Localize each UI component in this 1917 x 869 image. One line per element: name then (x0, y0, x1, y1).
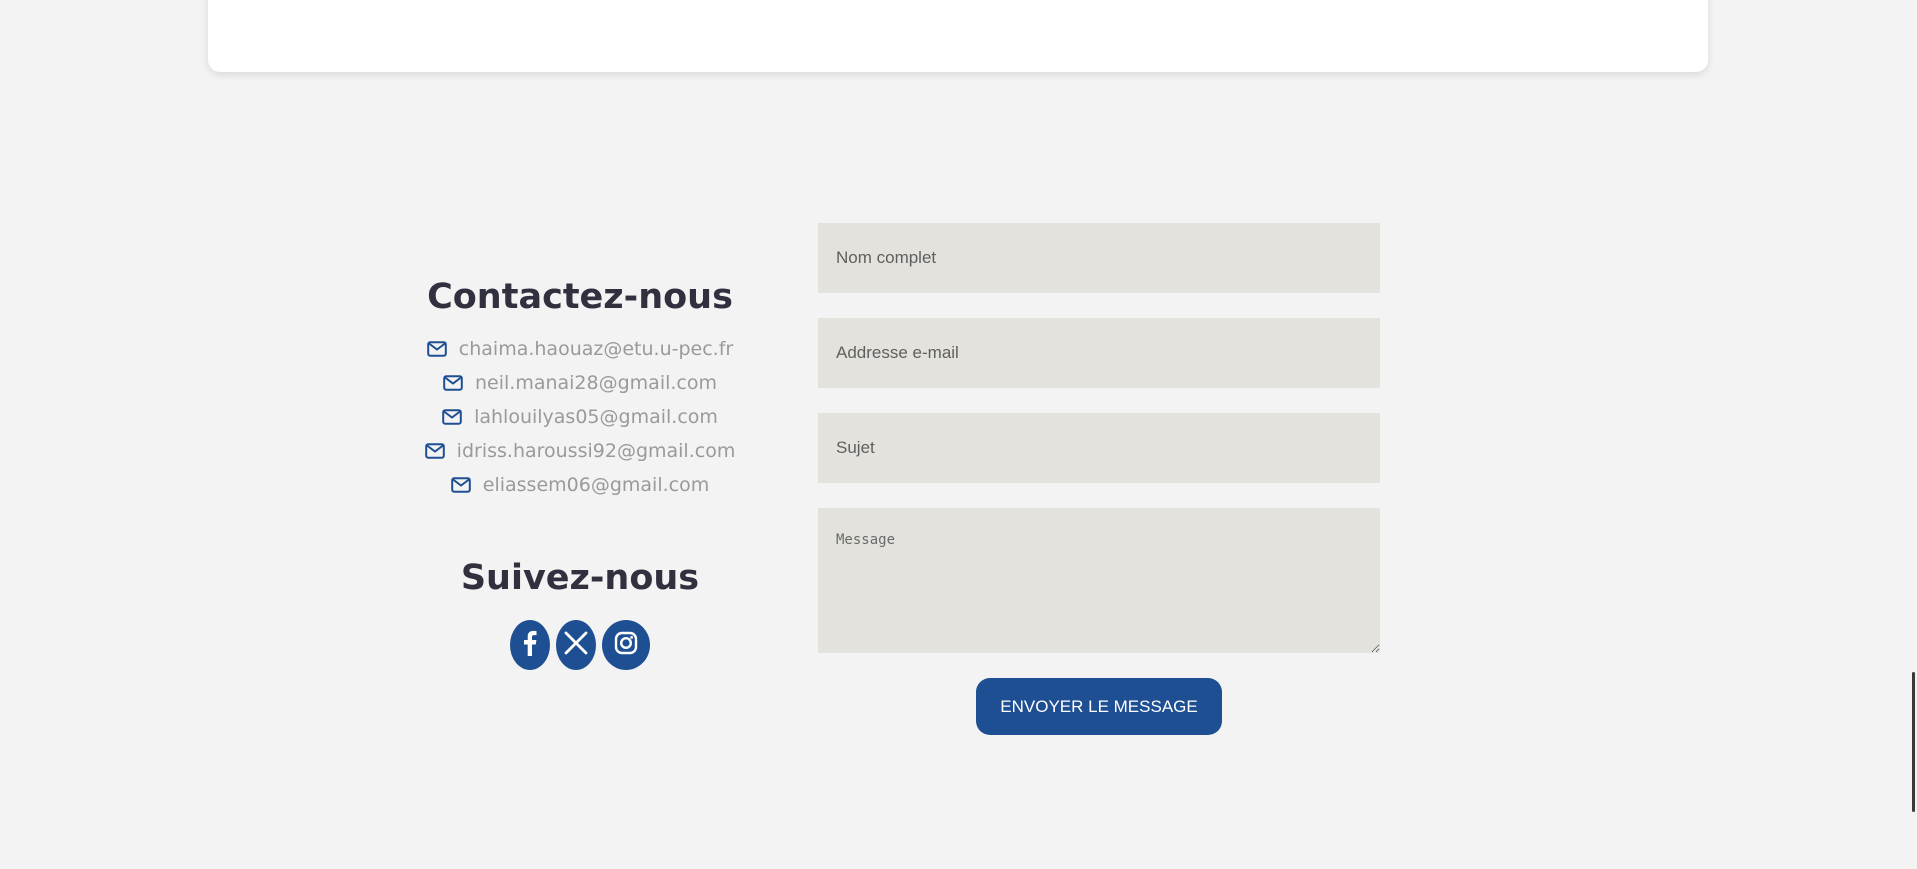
message-textarea[interactable] (818, 508, 1380, 653)
page: Contactez-nous chaima.haouaz@etu.u-pec.f… (0, 0, 1917, 869)
email-item[interactable]: lahlouilyas05@gmail.com (380, 400, 780, 434)
full-name-input[interactable] (818, 223, 1380, 293)
subject-input[interactable] (818, 413, 1380, 483)
email-address: chaima.haouaz@etu.u-pec.fr (458, 338, 734, 360)
facebook-button[interactable] (510, 620, 550, 670)
email-item[interactable]: neil.manai28@gmail.com (380, 366, 780, 400)
email-item[interactable]: eliassem06@gmail.com (380, 468, 780, 502)
email-address: neil.manai28@gmail.com (474, 372, 717, 394)
send-message-button[interactable]: ENVOYER LE MESSAGE (976, 678, 1222, 735)
social-links (380, 620, 780, 670)
scrollbar-thumb[interactable] (1912, 672, 1915, 812)
email-address: eliassem06@gmail.com (482, 474, 710, 496)
envelope-icon (450, 470, 471, 504)
envelope-icon (426, 334, 447, 368)
email-list: chaima.haouaz@etu.u-pec.fr neil.manai28@… (380, 332, 780, 502)
content-card (208, 0, 1708, 72)
email-input[interactable] (818, 318, 1380, 388)
facebook-icon (523, 630, 537, 661)
email-address: idriss.haroussi92@gmail.com (456, 440, 736, 462)
x-icon (564, 631, 588, 660)
x-button[interactable] (556, 620, 596, 670)
contact-form: ENVOYER LE MESSAGE (818, 223, 1380, 735)
instagram-button[interactable] (602, 620, 650, 670)
instagram-icon (614, 631, 638, 660)
email-item[interactable]: idriss.haroussi92@gmail.com (380, 434, 780, 468)
contact-title: Contactez-nous (427, 277, 733, 317)
envelope-icon (424, 436, 445, 470)
envelope-icon (442, 402, 462, 436)
envelope-icon (443, 368, 463, 402)
email-address: lahlouilyas05@gmail.com (474, 406, 718, 428)
follow-title: Suivez-nous (460, 558, 700, 598)
contact-section: Contactez-nous chaima.haouaz@etu.u-pec.f… (380, 270, 780, 670)
email-item[interactable]: chaima.haouaz@etu.u-pec.fr (380, 332, 780, 366)
